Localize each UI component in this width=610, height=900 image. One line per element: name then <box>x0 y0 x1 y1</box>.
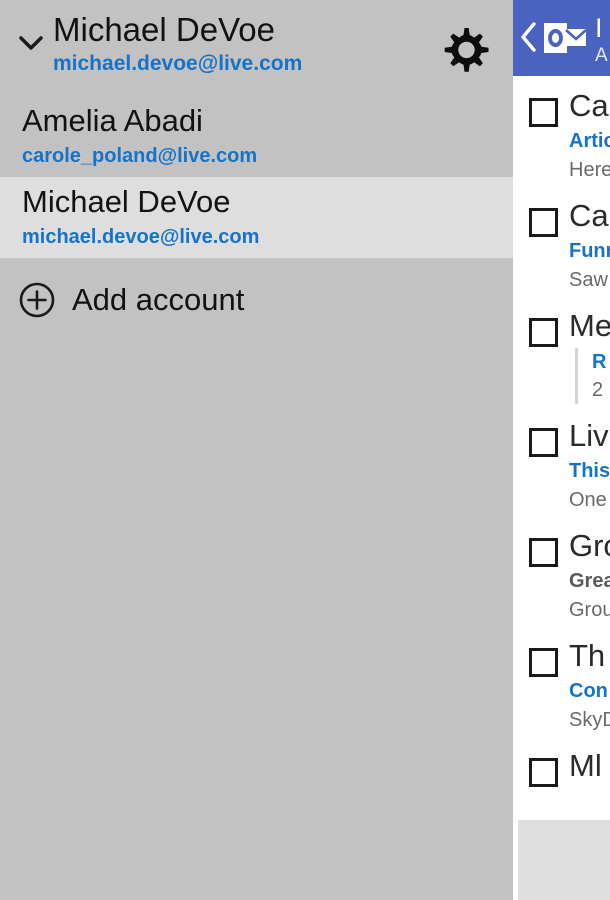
mail-sender: Ml <box>569 746 602 786</box>
account-list-item-0[interactable]: Amelia Abadi carole_poland@live.com <box>0 96 513 177</box>
chevron-down-icon[interactable] <box>14 26 48 60</box>
account-email: carole_poland@live.com <box>22 142 513 170</box>
mail-list-item[interactable]: Ca Artic Here <box>513 76 610 186</box>
mail-list-item[interactable]: Th Con SkyD <box>513 626 610 736</box>
mail-subject: R <box>592 348 606 376</box>
mail-item-text: Ml <box>569 746 602 786</box>
mail-list-footer <box>518 820 610 900</box>
mail-preview: Grou <box>569 596 610 624</box>
account-list-item-1[interactable]: Michael DeVoe michael.devoe@live.com <box>0 177 513 258</box>
mail-pane: I A Ca Artic Here Ca Funn Saw <box>513 0 610 900</box>
mail-item-text: Gro Grea Grou <box>569 526 610 624</box>
mail-item-text: Ca Artic Here <box>569 86 610 184</box>
mail-item-text: Ca Funn Saw <box>569 196 610 294</box>
account-email: michael.devoe@live.com <box>22 223 513 251</box>
mail-thread-group: R 2 <box>575 348 606 404</box>
account-switcher-pane: Michael DeVoe michael.devoe@live.com Ame… <box>0 0 513 900</box>
mail-sender: Gro <box>569 526 610 566</box>
account-name: Amelia Abadi <box>22 100 513 142</box>
mail-select-checkbox[interactable] <box>529 648 558 677</box>
add-account-button[interactable]: Add account <box>0 266 513 334</box>
mail-subject: This <box>569 456 610 486</box>
mail-item-text: Me <box>569 306 610 346</box>
mail-preview: 2 <box>592 376 606 404</box>
mail-select-checkbox[interactable] <box>529 208 558 237</box>
account-name: Michael DeVoe <box>22 181 513 223</box>
mail-preview: Saw <box>569 266 610 294</box>
mail-select-checkbox[interactable] <box>529 428 558 457</box>
mail-subject: Artic <box>569 126 610 156</box>
mail-header: I A <box>513 0 610 76</box>
mail-list-item[interactable]: Liv This One <box>513 406 610 516</box>
mail-subject: Con <box>569 676 610 706</box>
mail-list-item[interactable]: Me R 2 <box>513 296 610 406</box>
mail-preview: SkyD <box>569 706 610 734</box>
mail-select-checkbox[interactable] <box>529 318 558 347</box>
current-account-email: michael.devoe@live.com <box>53 50 433 78</box>
app-root: Michael DeVoe michael.devoe@live.com Ame… <box>0 0 610 900</box>
current-account-name: Michael DeVoe <box>53 10 433 50</box>
mail-subject: Grea <box>569 566 610 596</box>
mail-header-titles: I A <box>595 12 608 68</box>
plus-circle-icon <box>18 281 56 319</box>
mail-list-item[interactable]: Gro Grea Grou <box>513 516 610 626</box>
mail-subject: Funn <box>569 236 610 266</box>
mail-select-checkbox[interactable] <box>529 538 558 567</box>
mail-item-text: Liv This One <box>569 416 610 514</box>
current-account-text: Michael DeVoe michael.devoe@live.com <box>53 10 433 78</box>
mail-message-list[interactable]: Ca Artic Here Ca Funn Saw Me <box>513 76 610 820</box>
mail-select-checkbox[interactable] <box>529 758 558 787</box>
add-account-label: Add account <box>72 281 244 319</box>
mail-sender: Liv <box>569 416 610 456</box>
mail-preview: One <box>569 486 610 514</box>
mail-sender: Ca <box>569 196 610 236</box>
back-chevron-icon[interactable] <box>518 20 540 54</box>
mail-folder-title: I <box>595 12 608 44</box>
mail-sender: Ca <box>569 86 610 126</box>
gear-icon[interactable] <box>439 22 495 78</box>
outlook-logo-icon <box>543 19 587 57</box>
current-account-header[interactable]: Michael DeVoe michael.devoe@live.com <box>0 0 513 96</box>
mail-sender: Me <box>569 306 610 346</box>
mail-select-checkbox[interactable] <box>529 98 558 127</box>
mail-list-item[interactable]: Ca Funn Saw <box>513 186 610 296</box>
mail-preview: Here <box>569 156 610 184</box>
mail-list-item[interactable]: Ml <box>513 736 610 820</box>
mail-sender: Th <box>569 636 610 676</box>
mail-item-text: Th Con SkyD <box>569 636 610 734</box>
mail-folder-subtitle: A <box>595 44 608 68</box>
